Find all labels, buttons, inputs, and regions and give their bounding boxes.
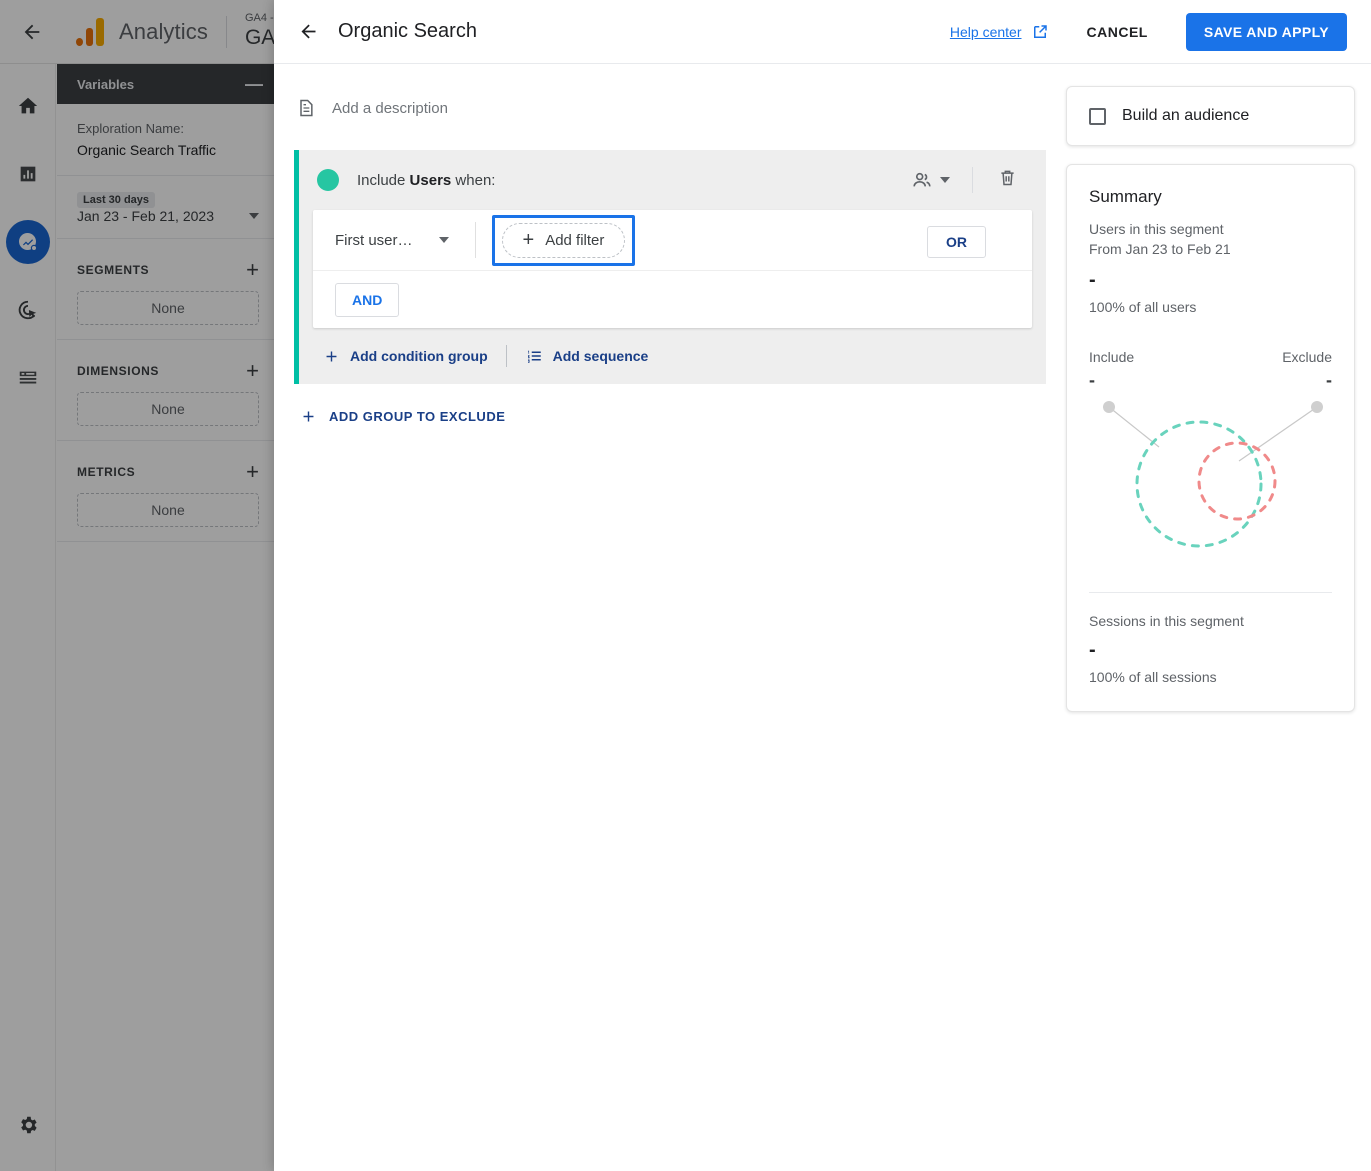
venn-exclude-circle	[1197, 441, 1277, 521]
add-filter-focus-ring: + Add filter	[491, 214, 636, 266]
include-scope[interactable]: Users	[410, 172, 452, 189]
description-row[interactable]: Add a description	[274, 88, 1066, 128]
and-button[interactable]: AND	[335, 282, 400, 317]
description-placeholder: Add a description	[332, 99, 448, 117]
summary-users-line1: Users in this segment	[1089, 221, 1224, 237]
add-filter-label: Add filter	[545, 231, 605, 249]
plus-icon	[326, 351, 337, 361]
include-statement: Include Users when:	[357, 172, 495, 189]
external-link-icon	[1033, 24, 1047, 38]
add-sequence-label: Add sequence	[552, 348, 649, 364]
add-sequence-button[interactable]: Add sequence	[511, 339, 663, 373]
save-and-apply-button[interactable]: SAVE AND APPLY	[1185, 12, 1347, 51]
summary-divider	[1089, 592, 1332, 593]
summary-title: Summary	[1089, 187, 1162, 206]
venn-include-dot	[1103, 401, 1115, 413]
arrow-left-icon	[301, 24, 315, 39]
header-divider	[972, 167, 973, 193]
summary-sessions-percent: 100% of all sessions	[1089, 669, 1217, 685]
dimension-select[interactable]: First user…	[335, 232, 449, 249]
condition-row: First user… + Add filter OR	[313, 210, 1032, 270]
build-audience-card[interactable]: Build an audience	[1066, 86, 1355, 146]
exclude-value: -	[1326, 370, 1332, 390]
overlay-back-button[interactable]	[288, 12, 328, 52]
ordered-list-icon	[527, 350, 541, 363]
trash-icon	[1001, 170, 1014, 186]
condition-and-row: AND	[313, 270, 1032, 328]
delete-condition-group-button[interactable]	[989, 161, 1026, 199]
include-value: -	[1089, 370, 1095, 390]
build-audience-checkbox[interactable]	[1089, 107, 1106, 125]
overlay-body: Add a description Include Users when: Fi…	[274, 64, 1371, 1171]
chevron-down-icon	[438, 237, 449, 243]
footer-divider	[505, 345, 507, 367]
condition-group-wrapper: Include Users when: First user… + Add fi…	[294, 150, 1046, 384]
document-icon	[300, 99, 313, 117]
condition-card: First user… + Add filter OR AND	[313, 210, 1032, 328]
summary-users-line2: From Jan 23 to Feb 21	[1089, 241, 1231, 257]
venn-diagram	[1103, 401, 1323, 548]
segment-definition-column: Add a description Include Users when: Fi…	[274, 64, 1066, 1171]
dimension-select-value: First user…	[335, 231, 413, 249]
summary-users-value: -	[1089, 269, 1096, 291]
add-condition-group-button[interactable]: Add condition group	[309, 340, 502, 373]
condition-group-header: Include Users when:	[299, 150, 1046, 210]
include-prefix: Include	[357, 171, 406, 189]
condition-group-footer: Add condition group Add sequence	[299, 328, 1046, 384]
include-label: Include	[1089, 349, 1135, 365]
plus-icon: +	[522, 229, 535, 251]
add-condition-group-label: Add condition group	[350, 348, 488, 364]
page-title: Organic Search	[338, 20, 477, 42]
segment-builder-overlay: Organic Search Help center CANCEL SAVE A…	[274, 0, 1371, 1171]
plus-icon	[303, 411, 314, 422]
segment-color-dot	[317, 169, 339, 191]
venn-exclude-dot	[1311, 401, 1323, 413]
summary-sessions-line: Sessions in this segment	[1089, 613, 1244, 629]
exclude-label: Exclude	[1282, 349, 1332, 365]
overlay-header: Organic Search Help center CANCEL SAVE A…	[274, 0, 1371, 64]
cancel-button[interactable]: CANCEL	[1075, 15, 1160, 49]
condition-divider	[474, 222, 476, 258]
add-filter-button[interactable]: + Add filter	[501, 222, 626, 258]
scope-selector-button[interactable]	[905, 163, 956, 197]
include-condition-group: Include Users when: First user… + Add fi…	[294, 150, 1046, 384]
include-suffix: when:	[455, 171, 496, 189]
venn-include-connector	[1108, 406, 1160, 448]
summary-sessions-value: -	[1089, 639, 1096, 661]
help-center-link[interactable]: Help center	[950, 23, 1049, 41]
people-icon	[913, 172, 931, 187]
caret-down-icon	[940, 177, 950, 183]
build-audience-label: Build an audience	[1122, 107, 1250, 124]
summary-card: Summary Users in this segment From Jan 2…	[1066, 164, 1355, 712]
help-center-label: Help center	[949, 23, 1022, 40]
summary-users-percent: 100% of all users	[1089, 299, 1197, 315]
add-group-to-exclude-button[interactable]: ADD GROUP TO EXCLUDE	[300, 402, 505, 431]
add-group-to-exclude-label: ADD GROUP TO EXCLUDE	[329, 409, 506, 424]
or-button[interactable]: OR	[927, 226, 986, 258]
venn-exclude-connector	[1238, 406, 1318, 462]
summary-column: Build an audience Summary Users in this …	[1066, 64, 1371, 1171]
